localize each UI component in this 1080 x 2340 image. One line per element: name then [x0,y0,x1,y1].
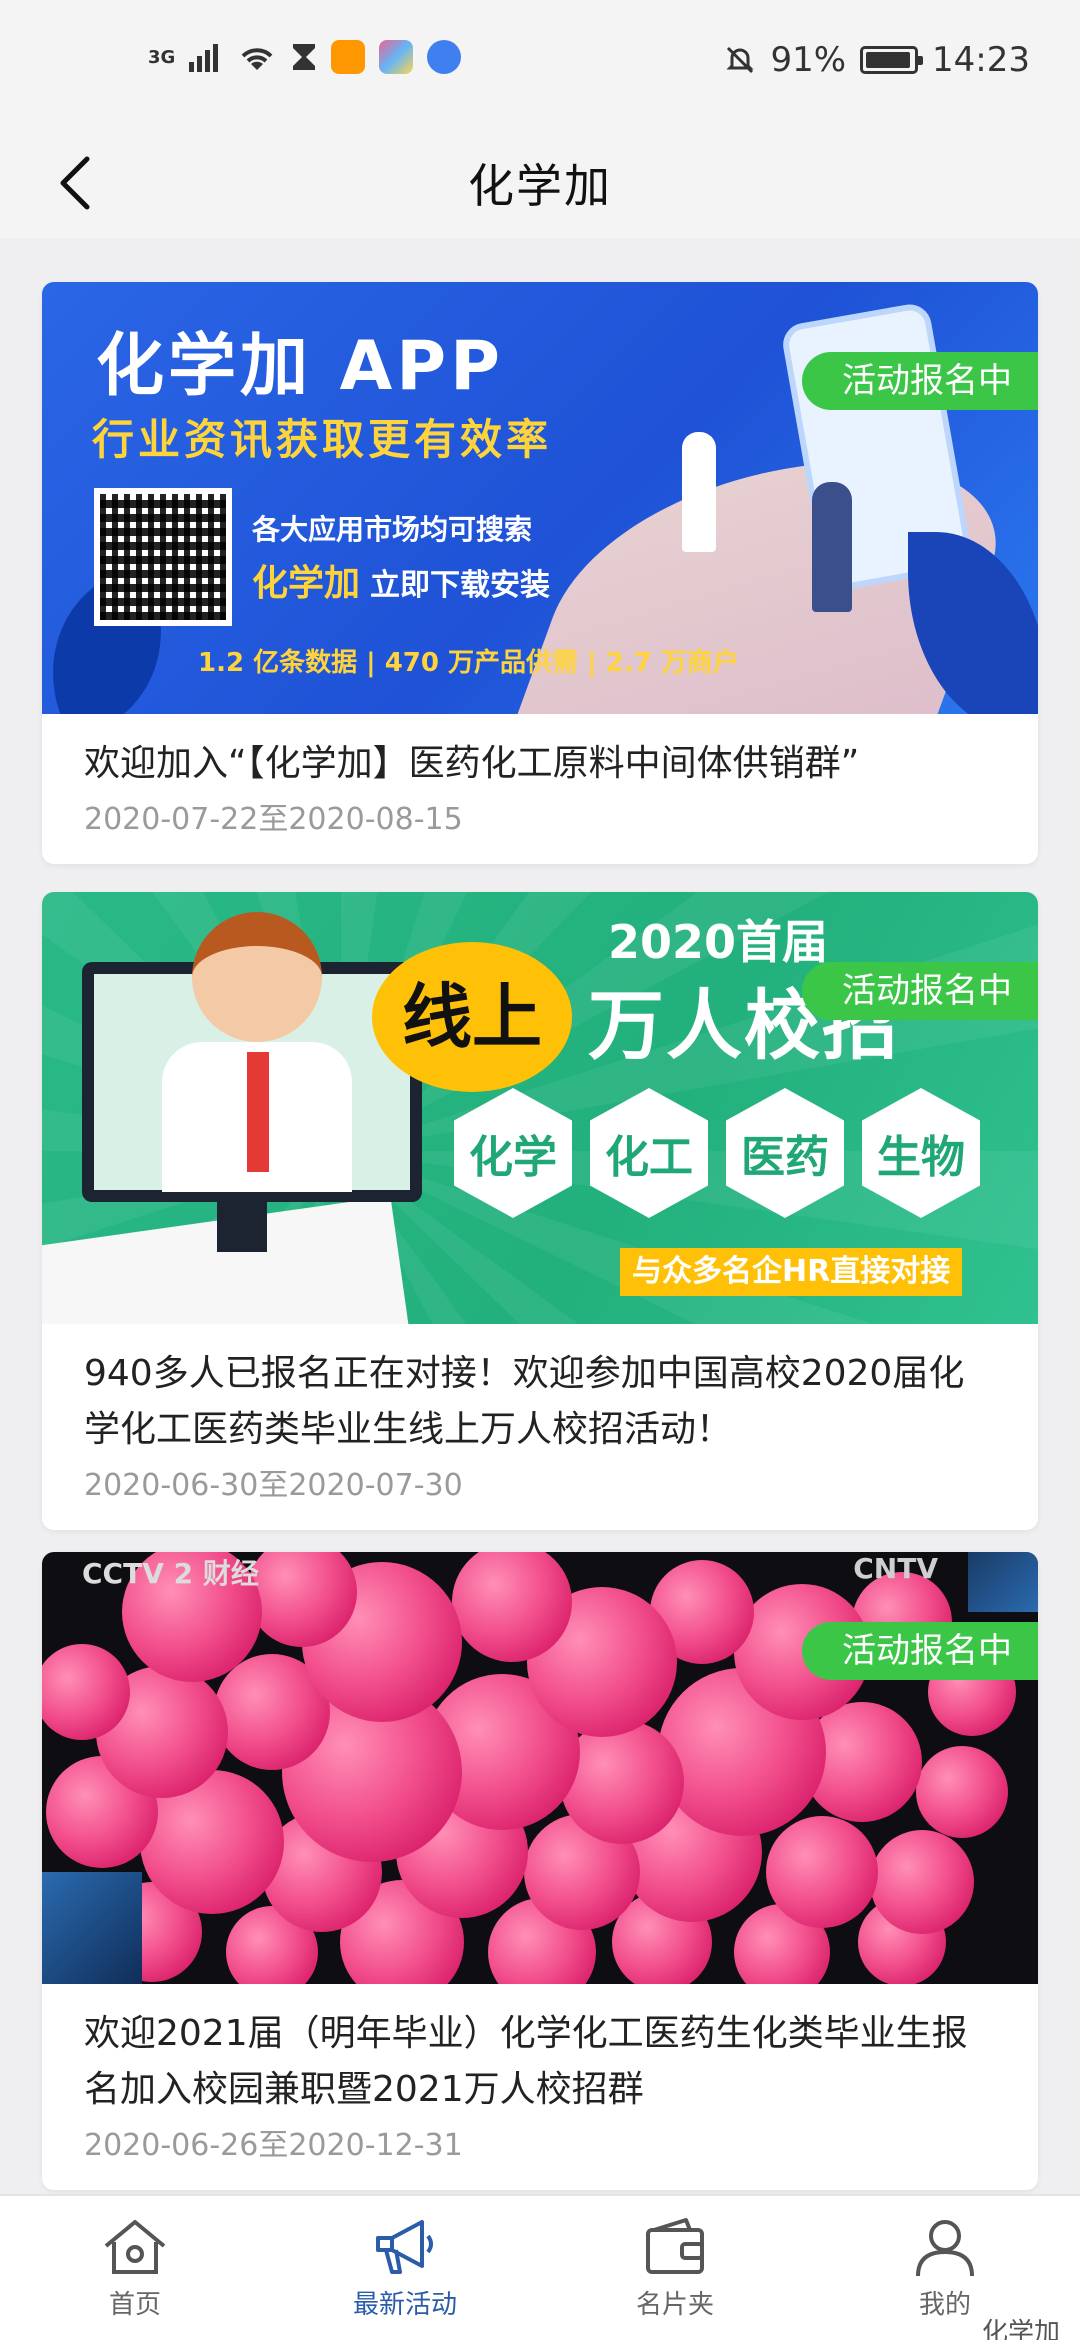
signal-icon [189,44,219,72]
status-badge: 活动报名中 [802,352,1038,410]
mute-icon [726,46,755,74]
status-badge: 活动报名中 [802,962,1038,1020]
music-app-icon [427,40,462,74]
tab-label: 名片夹 [635,2290,714,2320]
banner-brand: 化学加 [252,563,361,604]
hourglass-icon [293,44,316,70]
activity-card-1[interactable]: 化学加 APP 行业资讯获取更有效率 各大应用市场均可搜索 化学加 立即下载安装 … [42,282,1038,864]
category-hex: 化学 [454,1088,572,1218]
tie-graphic [247,1052,269,1172]
pink-sphere-graphic [870,1830,974,1934]
activity-title: 940多人已报名正在对接！欢迎参加中国高校2020届化学化工医药类毕业生线上万人… [84,1353,965,1450]
activity-title: 欢迎加入“【化学加】医药化工原料中间体供销群” [84,743,860,784]
activity-banner-3[interactable]: CCTV 2 财经 CNTV 活动报名中 [42,1552,1038,1984]
tv-logo: CNTV [853,1552,938,1585]
navigation-header: 化学加 [0,130,1080,238]
person-graphic [812,482,852,612]
banner-stats: 1.2 亿条数据 | 470 万产品供需 | 2.7 万商户 [198,648,739,678]
tab-business-cards[interactable]: 名片夹 [540,2196,810,2340]
app-icon [379,40,414,74]
wallet-icon [646,2218,704,2274]
banner-download-label: 立即下载安装 [370,568,551,603]
megaphone-icon [376,2220,433,2274]
activity-card-3[interactable]: CCTV 2 财经 CNTV 活动报名中 欢迎2021届（明年毕业）化学化工医药… [42,1552,1038,2190]
category-hex: 生物 [862,1088,980,1218]
tv-logo: CCTV 2 财经 [82,1557,259,1590]
qr-code [94,488,232,626]
page-title: 化学加 [468,159,612,213]
monitor-stand [217,1202,267,1252]
activity-title: 欢迎2021届（明年毕业）化学化工医药生化类毕业生报名加入校园兼职暨2021万人… [84,2013,968,2110]
category-hex: 医药 [726,1088,844,1218]
banner-online-label: 线上 [372,942,572,1092]
home-icon [104,2220,166,2274]
tab-label: 最新活动 [352,2290,457,2320]
activity-banner-1[interactable]: 化学加 APP 行业资讯获取更有效率 各大应用市场均可搜索 化学加 立即下载安装 … [42,282,1038,714]
user-icon [916,2220,974,2277]
banner-categories: 化学 化工 医药 生物 [454,1088,980,1218]
wifi-icon [241,48,273,70]
network-type: 3G [148,46,176,68]
person-head [192,912,322,1042]
banner-year: 2020首届 [608,915,829,969]
banner-search-text: 各大应用市场均可搜索 [252,513,533,546]
banner-corner-graphic [42,1872,142,1984]
tab-latest-activity[interactable]: 最新活动 [270,2196,540,2340]
activity-banner-2[interactable]: 线上 2020首届 万人校招 化学 化工 医药 生物 与众多名企HR直接对接 活… [42,892,1038,1324]
battery-icon [860,46,924,74]
banner-download-text: 化学加 立即下载安装 [252,554,550,606]
pink-sphere-graphic [766,1816,878,1928]
banner-cta: 与众多名企HR直接对接 [620,1248,963,1296]
person-graphic [682,432,716,552]
bottom-tab-bar: 首页 最新活动 名片夹 我的 [0,2194,1080,2340]
activity-date: 2020-06-30至2020-07-30 [84,1468,463,1503]
banner-subtitle: 行业资讯获取更有效率 [92,415,553,464]
video-app-icon [331,40,366,74]
clock: 14:23 [932,40,1030,80]
status-badge: 活动报名中 [802,1622,1038,1680]
tab-label: 我的 [918,2290,971,2320]
banner-corner-graphic [968,1552,1038,1612]
watermark: 化学加 [981,2318,1060,2340]
category-hex: 化工 [590,1088,708,1218]
banner-title: 化学加 APP [96,327,504,406]
pink-sphere-graphic [916,1746,1008,1838]
activity-card-2[interactable]: 线上 2020首届 万人校招 化学 化工 医药 生物 与众多名企HR直接对接 活… [42,892,1038,1530]
status-bar: 3G 91% 14:23 [0,0,1080,130]
battery-percent: 91% [770,40,847,80]
activity-date: 2020-07-22至2020-08-15 [84,802,463,837]
tab-label: 首页 [108,2290,161,2320]
tab-home[interactable]: 首页 [0,2196,270,2340]
activity-date: 2020-06-26至2020-12-31 [84,2128,463,2163]
